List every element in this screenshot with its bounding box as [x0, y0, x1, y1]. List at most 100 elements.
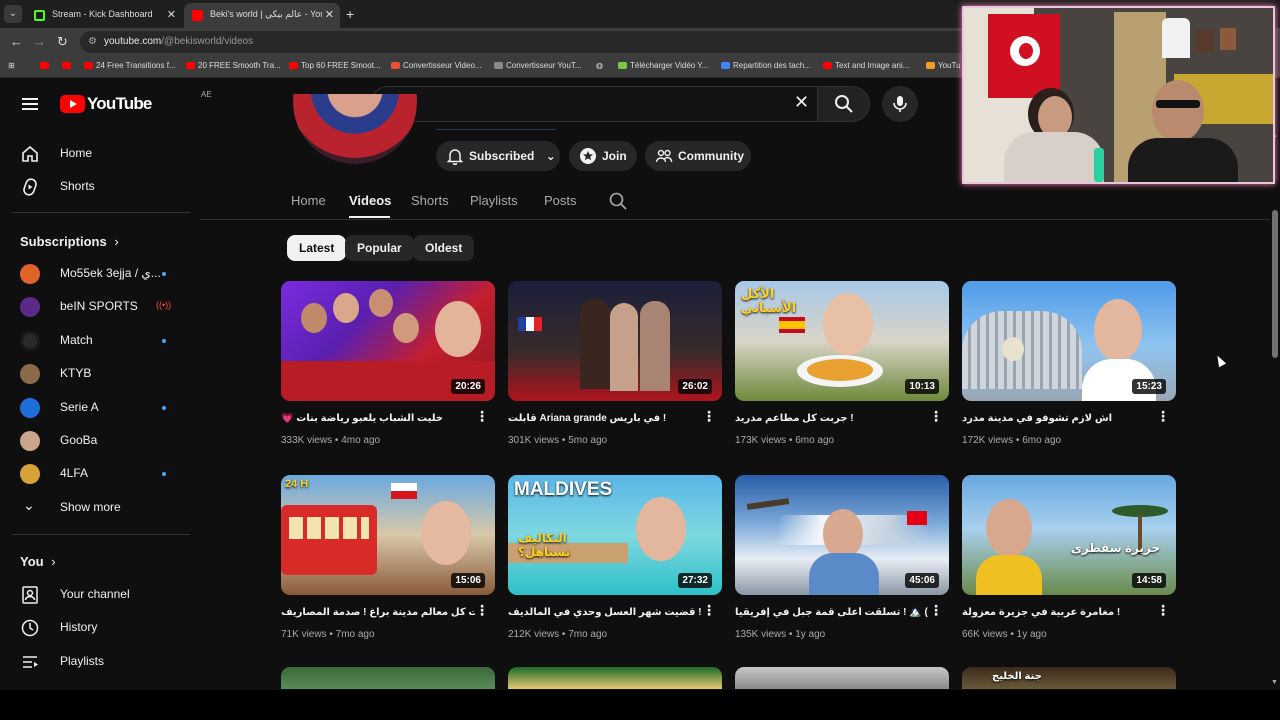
- video-thumbnail[interactable]: 20:26: [281, 281, 495, 401]
- back-icon[interactable]: ←: [10, 34, 23, 49]
- video-card[interactable]: 15:23 اش لازم تشوفو في مدينة مدرد 172K v…: [962, 281, 1176, 461]
- more-options-icon[interactable]: ⋮: [475, 602, 489, 619]
- more-options-icon[interactable]: ⋮: [702, 408, 716, 425]
- video-thumbnail[interactable]: 26:02: [508, 281, 722, 401]
- tab-videos[interactable]: Videos: [349, 193, 391, 208]
- sidebar-item-history[interactable]: History: [0, 612, 190, 644]
- sidebar-item-your-channel[interactable]: Your channel: [0, 579, 190, 611]
- globe-icon[interactable]: ◍: [596, 61, 603, 70]
- bookmark-item[interactable]: Convertisseur YouT...: [494, 61, 582, 70]
- sidebar-item-subscription[interactable]: Match: [0, 325, 190, 357]
- video-meta: 172K views • 6mo ago: [962, 435, 1062, 446]
- tab-home[interactable]: Home: [291, 193, 326, 208]
- video-title[interactable]: اش لازم تشوفو في مدينة مدرد: [962, 413, 1156, 424]
- channel-search-icon[interactable]: [608, 191, 628, 211]
- video-card[interactable]: 20:26 💗 خلّيت الشباب يلعبو رياضة بنات 33…: [281, 281, 495, 461]
- bookmark-item[interactable]: Text and Image ani...: [823, 61, 909, 70]
- voice-search-button[interactable]: [882, 86, 918, 122]
- video-thumbnail[interactable]: الأكل الأسباني 10:13: [735, 281, 949, 401]
- sidebar-item-subscription[interactable]: 4LFA: [0, 458, 190, 490]
- new-tab-icon[interactable]: +: [346, 6, 354, 22]
- forward-icon[interactable]: →: [33, 34, 46, 49]
- chip-oldest[interactable]: Oldest: [413, 235, 475, 261]
- youtube-icon: [289, 62, 298, 69]
- video-card[interactable]: الأكل الأسباني 10:13 جربت كل مطاعم مدريد…: [735, 281, 949, 461]
- sidebar-item-subscription[interactable]: KTYB: [0, 358, 190, 390]
- reload-icon[interactable]: ↻: [57, 34, 68, 50]
- sidebar-item-subscription[interactable]: Mo55ek 3ejja / ي...: [0, 258, 190, 290]
- bookmark-item[interactable]: Repartition des tach...: [721, 61, 811, 70]
- video-title[interactable]: جربت كل مطاعم مدريد !: [735, 413, 929, 424]
- menu-icon[interactable]: [22, 98, 38, 110]
- more-options-icon[interactable]: ⋮: [1156, 602, 1170, 619]
- join-button[interactable]: Join: [569, 141, 637, 171]
- star-badge-icon: [580, 148, 596, 164]
- sidebar-item-subscription[interactable]: Serie A: [0, 392, 190, 424]
- apps-grid-icon[interactable]: ⊞: [8, 61, 15, 70]
- video-meta: 66K views • 1y ago: [962, 629, 1047, 640]
- video-card[interactable]: جزيرة سقطرى 14:58 مغامرة عربية في جزيرة …: [962, 475, 1176, 655]
- video-card[interactable]: 26:02 قابلت Ariana grande في باريس ! 301…: [508, 281, 722, 461]
- browser-tab-youtube[interactable]: Beki's world | عالم بيكي - YouTube ✕: [184, 3, 340, 28]
- video-title[interactable]: تسلقت أعلى قمة جبل في إفريقيا ! 🏔️ ( 589…: [735, 607, 929, 618]
- video-thumbnail[interactable]: [281, 667, 495, 689]
- video-card[interactable]: 24 H 15:06 زرت كل معالم مدينة براغ ! صدم…: [281, 475, 495, 655]
- video-title[interactable]: قابلت Ariana grande في باريس !: [508, 413, 702, 424]
- scroll-down-icon[interactable]: ▼: [1271, 679, 1278, 686]
- more-options-icon[interactable]: ⋮: [1156, 408, 1170, 425]
- subscribed-button[interactable]: Subscribed ⌄: [436, 141, 560, 171]
- bookmark-item[interactable]: YouTu: [926, 61, 961, 70]
- video-meta: 173K views • 6mo ago: [735, 435, 835, 446]
- browser-tab-kick[interactable]: Stream - Kick Dashboard ✕: [26, 3, 182, 28]
- more-options-icon[interactable]: ⋮: [929, 602, 943, 619]
- search-button[interactable]: [817, 86, 870, 122]
- sidebar-item-subscription[interactable]: GooBa: [0, 425, 190, 457]
- sidebar-item-shorts[interactable]: Shorts: [0, 171, 190, 203]
- video-thumbnail[interactable]: MALDIVES التكاليف تستاهل؟ 27:32: [508, 475, 722, 595]
- video-thumbnail[interactable]: جنة الخليج: [962, 667, 1176, 689]
- video-thumbnail[interactable]: 15:23: [962, 281, 1176, 401]
- more-options-icon[interactable]: ⋮: [475, 408, 489, 425]
- show-more-button[interactable]: ⌄ Show more: [0, 492, 190, 524]
- video-duration: 26:02: [678, 379, 712, 394]
- bookmark-item[interactable]: Top 60 FREE Smoot...: [289, 61, 381, 70]
- site-info-icon[interactable]: ⚙: [88, 36, 97, 47]
- scrollbar-thumb[interactable]: [1272, 210, 1278, 358]
- video-title[interactable]: زرت كل معالم مدينة براغ ! صدمة المصاريف: [281, 607, 475, 618]
- tab-shorts[interactable]: Shorts: [411, 193, 449, 208]
- bookmark-item[interactable]: Télécharger Vidéo Y...: [618, 61, 708, 70]
- you-heading[interactable]: You ›: [20, 554, 56, 569]
- tab-search-icon[interactable]: ⌄: [4, 5, 22, 23]
- close-tab-icon[interactable]: ✕: [325, 8, 334, 21]
- video-thumbnail[interactable]: 24 H 15:06: [281, 475, 495, 595]
- bookmark-item[interactable]: 20 FREE Smooth Tra...: [186, 61, 281, 70]
- more-options-icon[interactable]: ⋮: [702, 602, 716, 619]
- video-thumbnail[interactable]: [508, 667, 722, 689]
- bookmark-item[interactable]: 24 Free Transitions f...: [84, 61, 176, 70]
- video-title[interactable]: 💗 خلّيت الشباب يلعبو رياضة بنات: [281, 413, 475, 424]
- bookmark-item[interactable]: Convertisseur Video...: [391, 61, 482, 70]
- community-button[interactable]: Community: [645, 141, 751, 171]
- video-card[interactable]: MALDIVES التكاليف تستاهل؟ 27:32 قضيت شهر…: [508, 475, 722, 655]
- video-thumbnail[interactable]: جزيرة سقطرى 14:58: [962, 475, 1176, 595]
- channel-handle-fragment: [436, 122, 556, 130]
- search-input[interactable]: beki: [370, 86, 817, 122]
- close-tab-icon[interactable]: ✕: [167, 8, 176, 21]
- video-card[interactable]: 45:06 تسلقت أعلى قمة جبل في إفريقيا ! 🏔️…: [735, 475, 949, 655]
- tab-posts[interactable]: Posts: [544, 193, 577, 208]
- tab-playlists[interactable]: Playlists: [470, 193, 518, 208]
- sidebar-item-playlists[interactable]: Playlists: [0, 646, 190, 678]
- sidebar-item-subscription[interactable]: beIN SPORTS ((•)): [0, 291, 190, 323]
- subscriptions-heading[interactable]: Subscriptions ›: [20, 234, 119, 249]
- chip-popular[interactable]: Popular: [345, 235, 414, 261]
- more-options-icon[interactable]: ⋮: [929, 408, 943, 425]
- video-title[interactable]: قضيت شهر العسل وحدي في المالديف !: [508, 607, 702, 618]
- url-path: /@bekisworld/videos: [161, 36, 254, 47]
- channel-avatar[interactable]: [293, 94, 417, 164]
- clear-search-icon[interactable]: ✕: [794, 92, 809, 113]
- video-title[interactable]: مغامرة عربية في جزيرة معزولة !: [962, 607, 1156, 618]
- chip-latest[interactable]: Latest: [287, 235, 347, 261]
- video-thumbnail[interactable]: 45:06: [735, 475, 949, 595]
- sidebar-item-home[interactable]: Home: [0, 138, 190, 170]
- video-thumbnail[interactable]: [735, 667, 949, 689]
